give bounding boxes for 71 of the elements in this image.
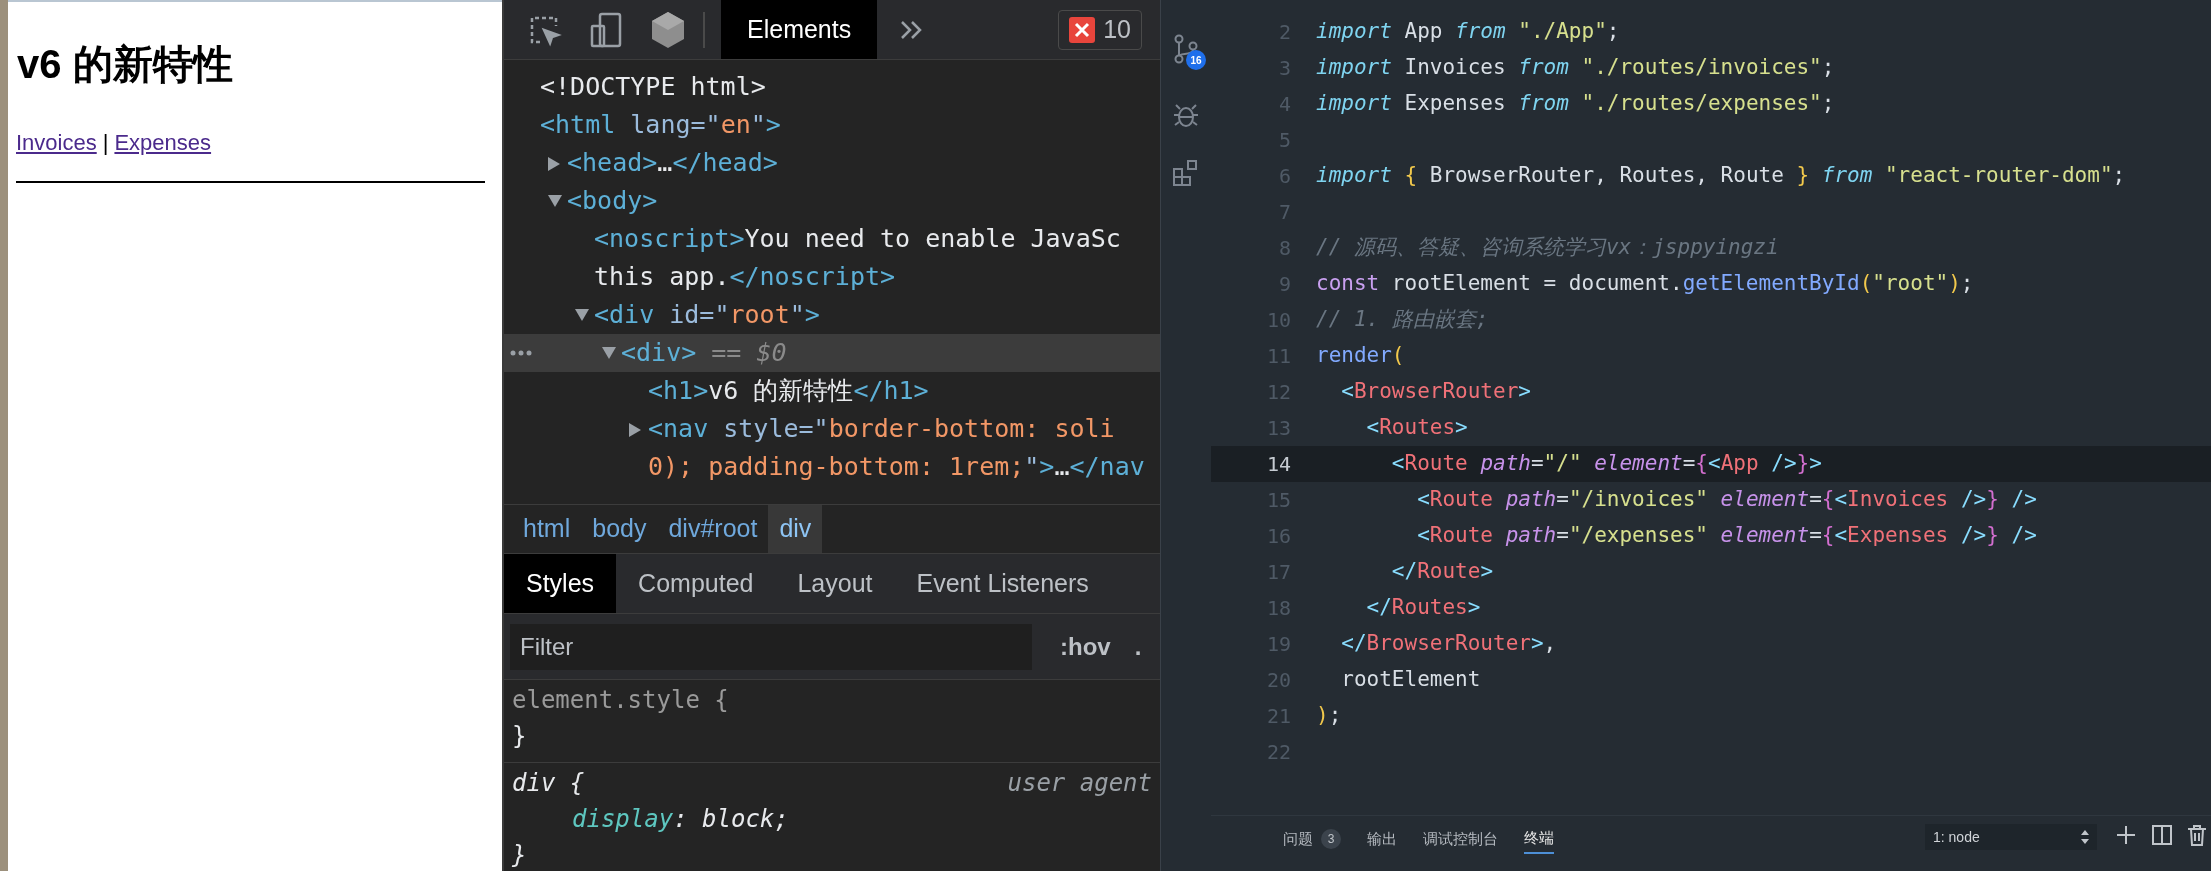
css-selector: element.style {	[512, 685, 729, 716]
code-line: <Route path="/" element={<App />}>	[1390, 450, 1822, 478]
breadcrumb[interactable]: html	[512, 505, 582, 553]
dom-tree-item[interactable]: <nav style="border-bottom: soli 0); padding-bottom: 1rem;">…</nav	[504, 410, 1160, 486]
styles-tab[interactable]: Event Listeners	[894, 554, 1111, 613]
expand-arrow-icon[interactable]	[602, 347, 616, 359]
code-line: import Expenses from "./routes/expenses";	[1316, 90, 1835, 118]
separator: |	[102, 129, 109, 157]
rule-source: user agent	[1007, 768, 1152, 799]
code-line: </BrowserRouter>,	[1340, 630, 1557, 658]
panel-tab[interactable]: 终端	[1524, 824, 1554, 854]
toggle-button[interactable]: :hov	[1060, 628, 1111, 665]
split-icon[interactable]	[2151, 824, 2173, 846]
expand-arrow-icon[interactable]	[629, 423, 641, 437]
debug-icon[interactable]	[1172, 101, 1200, 129]
expand-arrow-icon[interactable]	[575, 309, 589, 321]
nav-link[interactable]: Expenses	[114, 126, 212, 159]
dom-tree-item[interactable]: <div> == $0	[504, 334, 1160, 372]
panel-tab[interactable]: 问题 3	[1283, 824, 1341, 854]
closing-brace: }	[512, 721, 527, 752]
terminal-select[interactable]: 1: node	[1925, 824, 2097, 850]
filter-field[interactable]: Filter	[510, 623, 1032, 670]
code-line: import Invoices from "./routes/invoices";	[1316, 54, 1835, 82]
extensions-icon[interactable]	[1172, 159, 1200, 187]
dom-tree-item[interactable]: <h1>v6 的新特性</h1>	[504, 372, 1160, 410]
device-icon[interactable]	[590, 11, 624, 48]
code-line: </Routes>	[1365, 594, 1481, 622]
more-icon[interactable]	[510, 350, 532, 356]
code-line: <Route path="/invoices" element={<Invoices />} />	[1416, 486, 2037, 514]
code-line: render(	[1316, 342, 1405, 370]
code-line: // 1. 路由嵌套;	[1316, 306, 1489, 334]
panel-tab[interactable]: 输出	[1367, 824, 1397, 854]
dom-tree-item[interactable]: <html lang="en">	[504, 106, 1160, 144]
panel-tab[interactable]: Elements	[721, 0, 878, 59]
expand-arrow-icon[interactable]	[548, 157, 560, 171]
code-line: // 源码、答疑、咨询系统学习vx：jsppyingzi	[1316, 234, 1779, 262]
dom-tree-item[interactable]: <noscript>You need to enable JavaSc this app.</noscript>	[504, 220, 1160, 296]
panel-tab[interactable]: 调试控制台	[1423, 824, 1498, 854]
error-icon	[1069, 16, 1096, 43]
code-line: import { BrowserRouter, Routes, Route } from "react-router-dom";	[1316, 162, 2126, 190]
dom-tree-item[interactable]: <body>	[504, 182, 1160, 220]
trash-icon[interactable]	[2187, 824, 2207, 846]
plus-icon[interactable]	[2115, 824, 2137, 846]
dom-tree-item[interactable]: <div id="root">	[504, 296, 1160, 334]
breadcrumb[interactable]: div#root	[657, 505, 769, 553]
breadcrumb[interactable]: body	[581, 505, 658, 553]
dom-tree-item[interactable]: <head>…</head>	[504, 144, 1160, 182]
code-line: );	[1316, 702, 1342, 730]
code-line: <BrowserRouter>	[1340, 378, 1531, 406]
notification-count: 16	[1186, 50, 1206, 70]
expand-arrow-icon[interactable]	[548, 195, 562, 207]
code-line: <Routes>	[1365, 414, 1468, 442]
closing-brace: }	[512, 840, 527, 871]
updown-icon	[2081, 830, 2089, 844]
breadcrumb[interactable]: div	[768, 505, 823, 553]
css-selector: div {	[512, 768, 585, 799]
code-line: <Route path="/expenses" element={<Expenses />} />	[1416, 522, 2037, 550]
nav-link[interactable]: Invoices	[16, 126, 97, 159]
code-line: </Route>	[1390, 558, 1494, 586]
page-heading: v6 的新特性	[17, 44, 234, 84]
styles-tab[interactable]: Computed	[616, 554, 776, 613]
styles-tab[interactable]: Styles	[504, 554, 617, 613]
error-count-button[interactable]: 10	[1058, 9, 1142, 50]
code-line: const rootElement = document.getElementById("root");	[1316, 270, 1974, 298]
dom-tree-item[interactable]: <!DOCTYPE html>	[504, 68, 1160, 106]
code-line: import App from "./App";	[1316, 18, 1620, 46]
code-line: rootElement	[1340, 666, 1481, 694]
line-number: 14	[1265, 451, 1291, 478]
toggle-button[interactable]: .	[1134, 628, 1142, 665]
css-declaration: display: block;	[572, 804, 789, 835]
styles-tab[interactable]: Layout	[775, 554, 895, 613]
